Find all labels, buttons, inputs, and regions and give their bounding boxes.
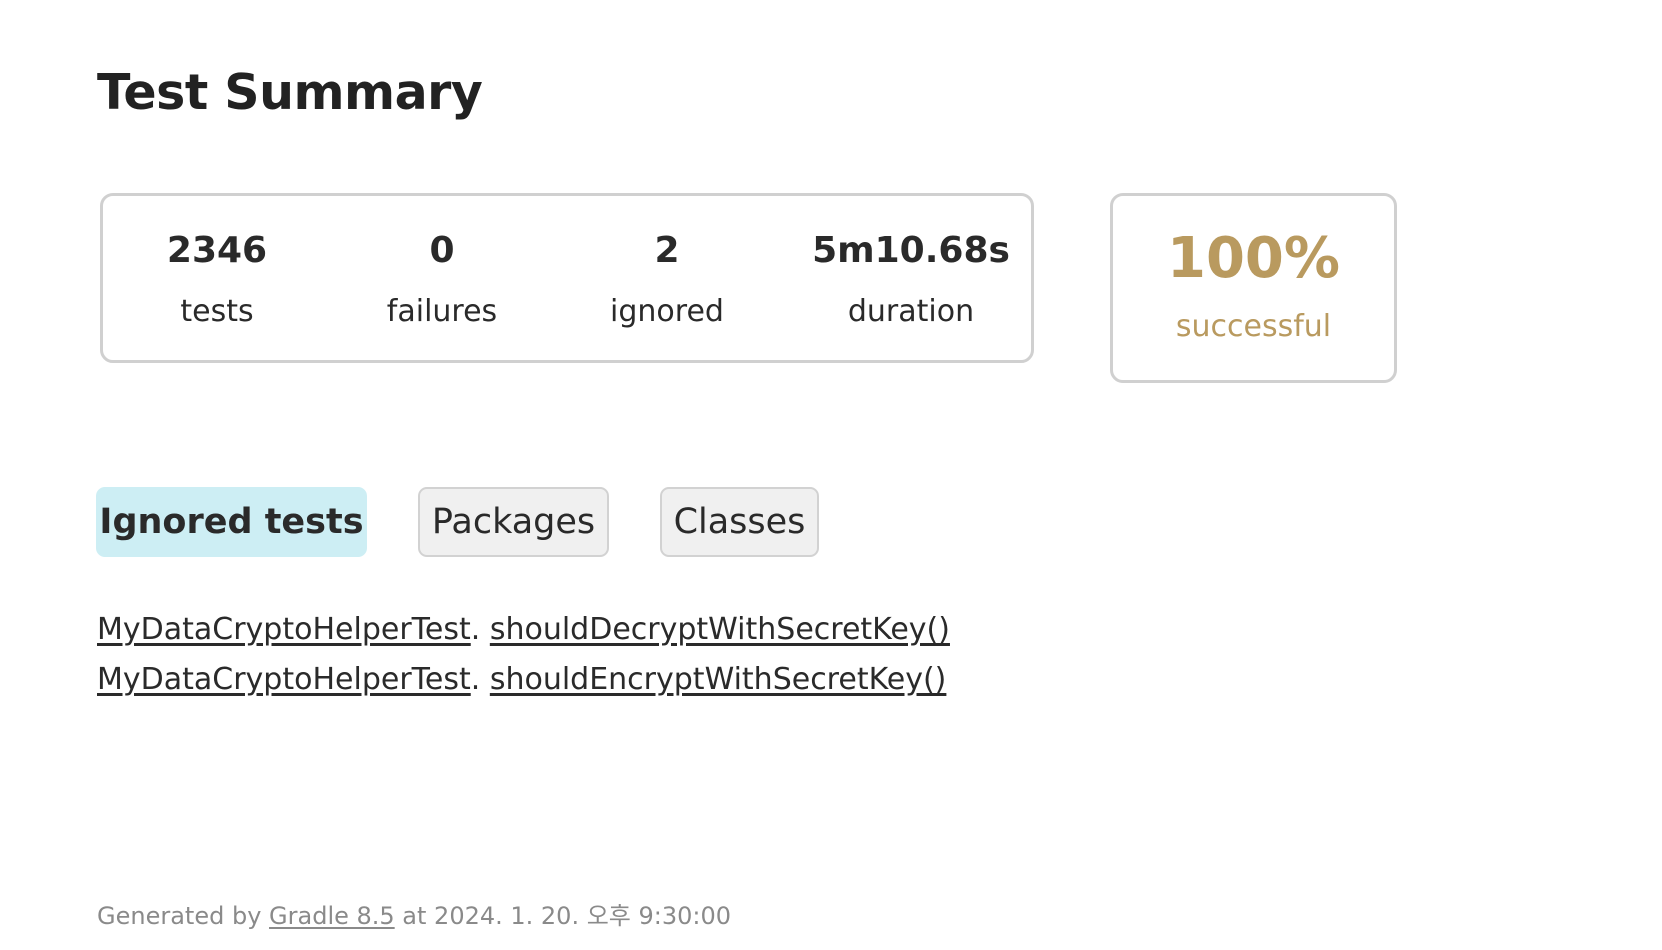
test-class-link[interactable]: MyDataCryptoHelperTest	[97, 662, 471, 697]
separator: .	[470, 612, 481, 647]
page-title: Test Summary	[97, 64, 483, 121]
list-item: MyDataCryptoHelperTest. shouldDecryptWit…	[97, 608, 950, 658]
failures-label: failures	[386, 294, 498, 329]
duration-value: 5m10.68s	[812, 230, 1010, 271]
test-method-link[interactable]: shouldDecryptWithSecretKey()	[490, 612, 950, 647]
ignored-count: 2	[654, 230, 680, 271]
duration-label: duration	[847, 294, 975, 329]
tab-ignored-tests[interactable]: Ignored tests	[96, 487, 367, 557]
footer-timestamp: at 2024. 1. 20. 오후 9:30:00	[394, 902, 732, 930]
success-rate-label: successful	[1175, 309, 1332, 344]
ignored-label: ignored	[610, 294, 724, 329]
test-class-link[interactable]: MyDataCryptoHelperTest	[97, 612, 471, 647]
ignored-tests-list: MyDataCryptoHelperTest. shouldDecryptWit…	[97, 608, 950, 708]
tab-packages[interactable]: Packages	[418, 487, 609, 557]
summary-counters-box: 2346 tests 0 failures 2 ignored 5m10.68s…	[100, 193, 1034, 363]
tests-label: tests	[180, 294, 254, 329]
footer: Generated by Gradle 8.5 at 2024. 1. 20. …	[97, 896, 731, 931]
failures-count: 0	[429, 230, 455, 271]
test-method-link[interactable]: shouldEncryptWithSecretKey()	[490, 662, 947, 697]
separator: .	[470, 662, 481, 697]
footer-prefix: Generated by	[97, 902, 270, 930]
success-rate-value: 100%	[1166, 226, 1340, 291]
tab-classes[interactable]: Classes	[660, 487, 819, 557]
gradle-link[interactable]: Gradle 8.5	[269, 902, 395, 930]
tests-count: 2346	[166, 230, 268, 271]
success-rate-box: 100% successful	[1110, 193, 1397, 383]
list-item: MyDataCryptoHelperTest. shouldEncryptWit…	[97, 658, 950, 708]
